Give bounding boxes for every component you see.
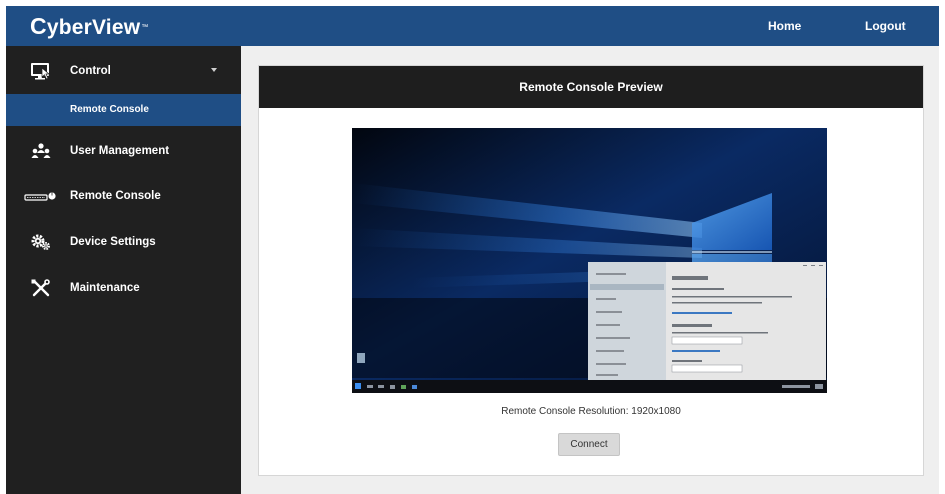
monitor-icon (28, 62, 54, 80)
sidebar: Control Remote Console User Management R… (6, 46, 241, 494)
gears-icon (28, 233, 54, 251)
home-link[interactable]: Home (768, 18, 801, 34)
sidebar-item-user-management[interactable]: User Management (6, 134, 241, 168)
sidebar-item-maintenance[interactable]: Maintenance (6, 271, 241, 305)
sidebar-item-label: Remote Console (70, 190, 161, 202)
sidebar-item-label: User Management (70, 145, 170, 157)
sidebar-item-device-settings[interactable]: Device Settings (6, 225, 241, 259)
connect-button[interactable]: Connect (558, 433, 620, 456)
cyberview-logo: CyberView™ (30, 13, 149, 39)
sidebar-subitem-remote-console[interactable]: Remote Console (6, 94, 241, 126)
tools-icon (28, 279, 54, 297)
sidebar-item-control[interactable]: Control (6, 54, 241, 88)
sidebar-subitem-label: Remote Console (70, 104, 149, 115)
chevron-down-icon (211, 68, 217, 72)
sidebar-item-label: Device Settings (70, 236, 156, 248)
app-window: CyberView™ Home Logout Control Remote Co… (6, 6, 939, 494)
console-resolution-text: Remote Console Resolution: 1920x1080 (501, 406, 681, 417)
sidebar-item-label: Maintenance (70, 282, 140, 294)
panel-title: Remote Console Preview (259, 66, 923, 108)
users-icon (28, 142, 54, 160)
logout-link[interactable]: Logout (865, 18, 906, 34)
top-header: CyberView™ Home Logout (6, 6, 939, 46)
sidebar-item-remote-console[interactable]: Remote Console (6, 179, 241, 213)
remote-console-preview-panel: Remote Console Preview Remote Console Re… (258, 65, 924, 476)
remote-console-preview-screen[interactable] (352, 128, 827, 393)
sidebar-item-label: Control (70, 65, 111, 77)
keyboard-mouse-icon (24, 187, 58, 205)
